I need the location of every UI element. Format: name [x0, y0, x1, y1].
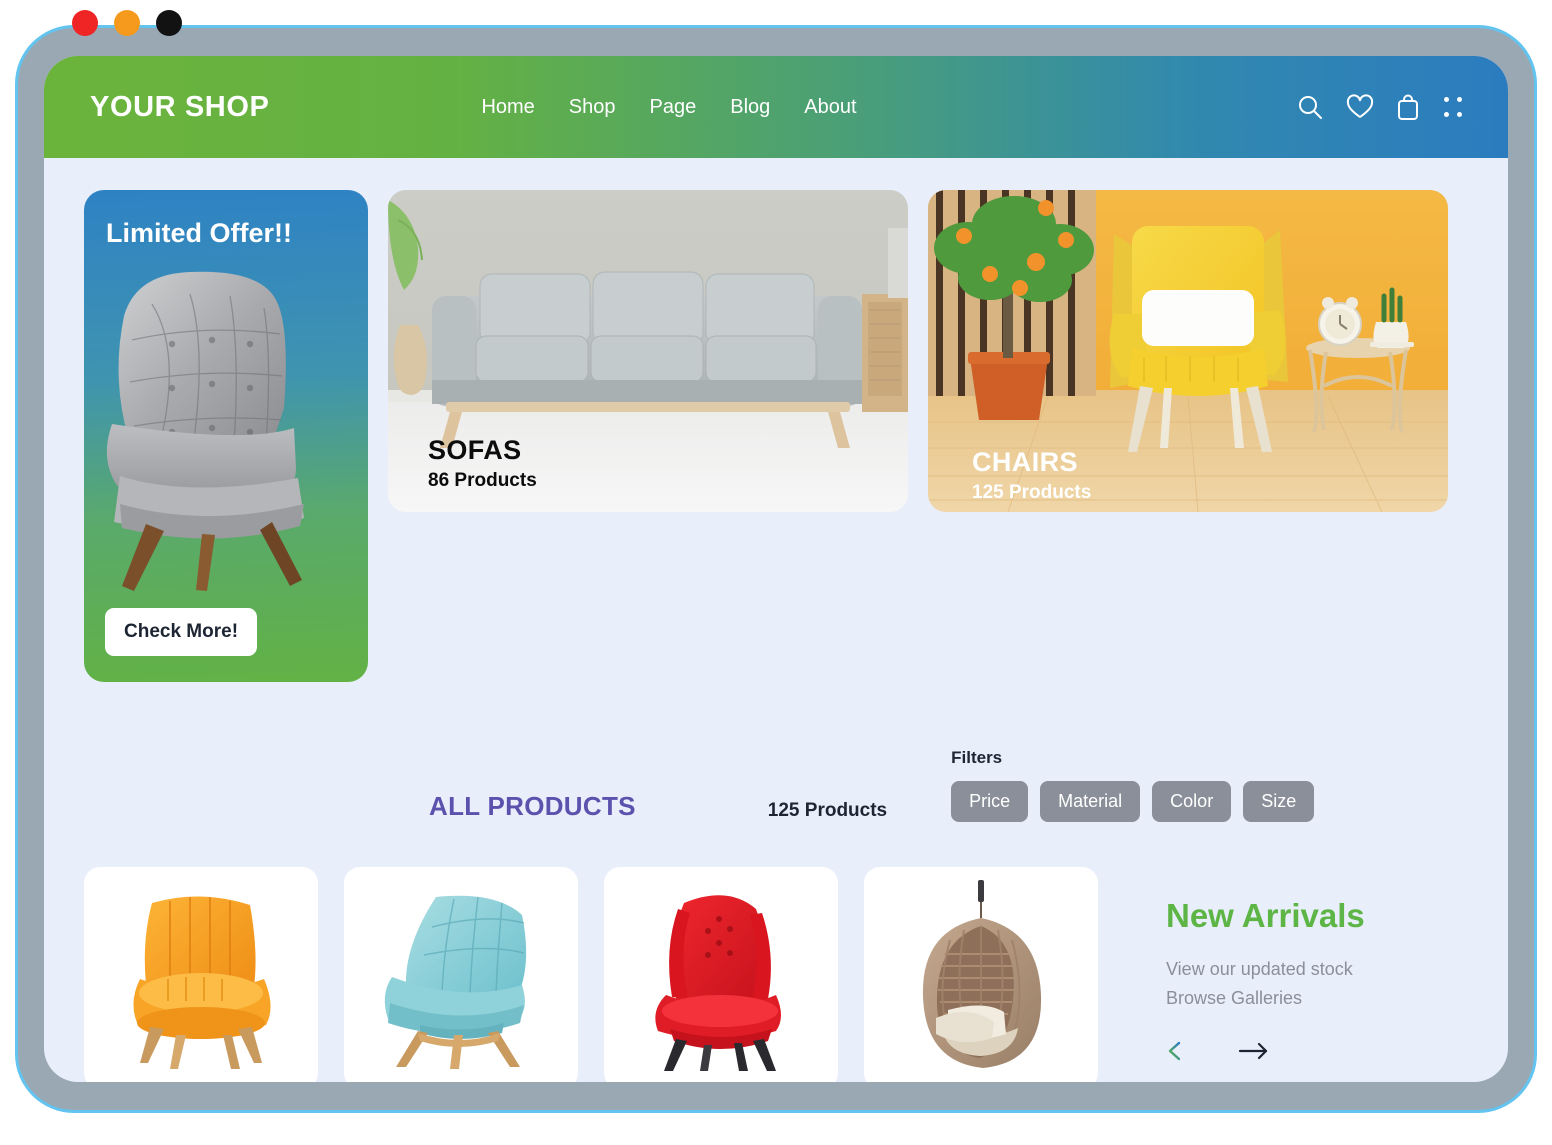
orange-chair-image [133, 896, 271, 1069]
teal-chair-image [384, 895, 527, 1069]
category-card-sofas[interactable]: SOFAS 86 Products [388, 190, 908, 512]
promo-title: Limited Offer!! [106, 218, 292, 248]
minimize-window-button[interactable] [114, 10, 140, 36]
sofas-label-group: SOFAS 86 Products [428, 435, 537, 492]
heart-icon[interactable] [1346, 94, 1374, 120]
product-image-container [604, 867, 838, 1082]
filters-block: Filters Price Material Color Size [951, 748, 1315, 822]
product-card-3[interactable]: Royal Red Ancient $320 [604, 867, 838, 1082]
carousel-controls [1166, 1039, 1416, 1066]
product-card-4[interactable]: Swing Hang Chair $216 [864, 867, 1098, 1082]
arrow-right-icon[interactable] [1238, 1039, 1270, 1066]
product-count: 125 Products [767, 800, 888, 821]
promo-chair-image [106, 271, 304, 591]
window-controls [72, 10, 182, 36]
filter-chip-color[interactable]: Color [1152, 781, 1232, 822]
product-image-container [864, 867, 1098, 1082]
filter-chips: Price Material Color Size [951, 781, 1315, 822]
product-image-container [84, 867, 318, 1082]
chairs-count: 125 Products [972, 482, 1092, 503]
window-content: YOUR SHOP Home Shop Page Blog About Limi… [44, 56, 1508, 1082]
product-name: Royal Red Ancient [604, 1081, 838, 1082]
shopping-bag-icon[interactable] [1396, 93, 1420, 121]
main-navigation: Home Shop Page Blog About [481, 96, 856, 119]
new-arrivals-panel: New Arrivals View our updated stock Brow… [1166, 867, 1416, 1066]
maximize-window-button[interactable] [156, 10, 182, 36]
arrow-left-icon[interactable] [1166, 1039, 1206, 1066]
search-icon[interactable] [1296, 93, 1324, 121]
header-actions [1296, 93, 1464, 121]
new-arrivals-title: New Arrivals [1166, 897, 1365, 934]
sofas-count: 86 Products [428, 470, 537, 491]
product-image-container [344, 867, 578, 1082]
browser-window: YOUR SHOP Home Shop Page Blog About Limi… [18, 10, 1534, 1110]
nav-item-shop[interactable]: Shop [569, 96, 616, 119]
nav-item-blog[interactable]: Blog [730, 96, 770, 119]
chairs-label-group: CHAIRS 125 Products [972, 447, 1091, 504]
page-body: Limited Offer!! Check More! SOFAS 86 Pro… [44, 158, 1508, 1082]
category-card-chairs[interactable]: CHAIRS 125 Products [928, 190, 1448, 512]
filter-chip-size[interactable]: Size [1243, 781, 1315, 822]
catalog-toolbar: ALL PRODUCTS 125 Products Filters Price … [84, 742, 1468, 822]
new-arrivals-line-1: View our updated stock [1166, 959, 1353, 979]
nav-item-home[interactable]: Home [481, 96, 534, 119]
check-more-button[interactable]: Check More! [105, 608, 258, 656]
site-header: YOUR SHOP Home Shop Page Blog About [44, 56, 1508, 158]
hero-row: Limited Offer!! Check More! SOFAS 86 Pro… [84, 190, 1468, 682]
new-arrivals-line-2: Browse Galleries [1166, 988, 1303, 1008]
nav-item-page[interactable]: Page [650, 96, 697, 119]
promo-card[interactable]: Limited Offer!! Check More! [84, 190, 368, 682]
filter-chip-material[interactable]: Material [1040, 781, 1141, 822]
hanging-chair-image [922, 880, 1042, 1068]
product-card-1[interactable]: Puffy Yellow Cjair $275 [84, 867, 318, 1082]
filters-label: Filters [951, 748, 1003, 767]
product-grid: Puffy Yellow Cjair $275 [84, 867, 1468, 1082]
chairs-title: CHAIRS [972, 446, 1078, 477]
grid-dots-icon[interactable] [1442, 94, 1464, 120]
red-chair-image [655, 895, 781, 1071]
close-window-button[interactable] [72, 10, 98, 36]
sofas-title: SOFAS [428, 434, 522, 465]
all-products-heading: ALL PRODUCTS [429, 791, 636, 821]
nav-item-about[interactable]: About [804, 96, 856, 119]
product-name: Swing Hang Chair [864, 1081, 1098, 1082]
filter-chip-price[interactable]: Price [951, 781, 1029, 822]
product-card-2[interactable]: Lounge Rest Chair $142 [344, 867, 578, 1082]
brand-logo[interactable]: YOUR SHOP [90, 91, 269, 124]
